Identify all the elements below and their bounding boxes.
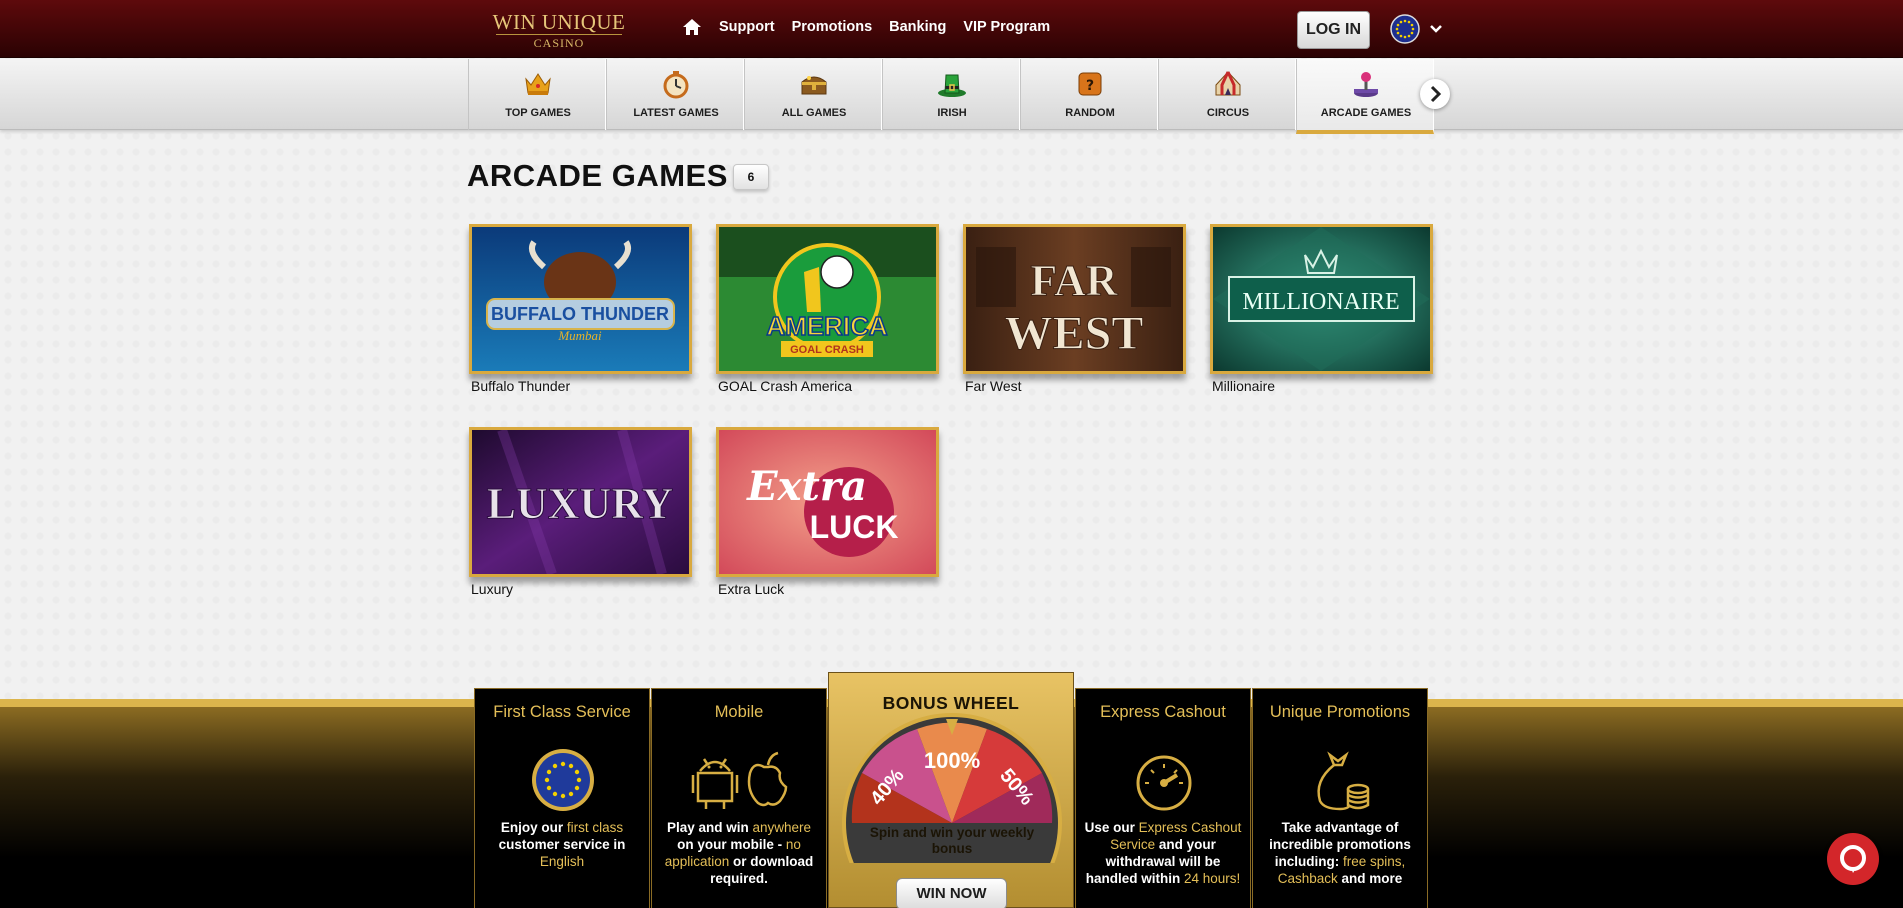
category-label: LATEST GAMES: [633, 107, 719, 119]
logo-divider: [496, 34, 622, 35]
crown-icon: [523, 69, 553, 99]
nav-promotions[interactable]: Promotions: [792, 19, 873, 35]
category-arcade-games[interactable]: ARCADE GAMES: [1296, 59, 1434, 134]
category-label: IRISH: [937, 107, 967, 119]
category-label: TOP GAMES: [505, 107, 571, 119]
feature-express-cashout: Express Cashout Use our Express Cashout …: [1075, 688, 1251, 908]
game-art-title: BUFFALO THUNDER: [491, 304, 669, 324]
category-top-games[interactable]: TOP GAMES: [468, 59, 606, 130]
feature-text: Enjoy our first class customer service i…: [498, 820, 626, 869]
feature-title: Express Cashout: [1100, 703, 1226, 721]
chat-bubble-icon: [1840, 845, 1866, 873]
feature-title: First Class Service: [493, 703, 631, 721]
game-thumbnail[interactable]: MILLIONAIRE: [1210, 224, 1433, 374]
feature-first-class-service: First Class Service Enjoy our first clas…: [474, 688, 650, 908]
category-label: CIRCUS: [1206, 107, 1250, 119]
category-latest-games[interactable]: LATEST GAMES: [606, 59, 744, 130]
win-now-button[interactable]: WIN NOW: [896, 878, 1007, 908]
circus-tent-icon: [1213, 69, 1243, 99]
category-circus[interactable]: CIRCUS: [1158, 59, 1296, 130]
game-thumbnail[interactable]: FAR WEST: [963, 224, 1186, 374]
wheel-segment-label: 100%: [924, 748, 980, 773]
game-name[interactable]: Luxury: [471, 581, 513, 597]
category-next-button[interactable]: [1420, 79, 1450, 109]
chevron-right-icon: [1430, 85, 1442, 103]
bonus-wheel-title: BONUS WHEEL: [882, 693, 1020, 713]
dice-icon: ?: [1075, 69, 1105, 99]
chevron-down-icon[interactable]: [1429, 22, 1443, 36]
category-irish[interactable]: IRISH: [882, 59, 1020, 130]
joystick-icon: [1351, 69, 1381, 99]
category-all-games[interactable]: ALL GAMES: [744, 59, 882, 130]
logo-text: WIN UNIQUE: [492, 10, 626, 34]
eu-flag-icon: [530, 747, 596, 813]
main-nav: Support Promotions Banking VIP Program: [682, 17, 1050, 37]
bonus-wheel-text: Spin and win your weekly bonus: [869, 825, 1035, 856]
game-thumbnail[interactable]: BUFFALO THUNDER Mumbai: [469, 224, 692, 374]
svg-text:?: ?: [1086, 78, 1094, 94]
feature-text: Use our Express Cashout Service and your…: [1084, 820, 1242, 886]
feature-text: Take advantage of incredible promotions …: [1269, 820, 1411, 886]
game-thumbnail[interactable]: Extra LUCK: [716, 427, 939, 577]
speedometer-icon: [1131, 747, 1197, 813]
category-label: RANDOM: [1065, 107, 1115, 119]
game-art-title: Extra: [746, 463, 867, 510]
leprechaun-hat-icon: [937, 69, 967, 99]
nav-banking[interactable]: Banking: [889, 19, 946, 35]
live-chat-button[interactable]: [1827, 833, 1879, 885]
game-art-title: AMERICA: [766, 311, 888, 341]
game-name[interactable]: Millionaire: [1212, 378, 1275, 394]
nav-vip-program[interactable]: VIP Program: [963, 19, 1050, 35]
category-random[interactable]: ? RANDOM: [1020, 59, 1158, 130]
feature-unique-promotions: Unique Promotions Take advantage of incr…: [1252, 688, 1428, 908]
category-label: ARCADE GAMES: [1320, 107, 1412, 119]
home-icon[interactable]: [682, 17, 702, 37]
top-header: WIN UNIQUE CASINO Support Promotions Ban…: [0, 0, 1903, 58]
feature-title: Mobile: [714, 703, 764, 721]
feature-mobile: Mobile Play and win anywhere on your mob…: [651, 688, 827, 908]
feature-text: Play and win anywhere on your mobile - n…: [664, 820, 814, 886]
game-art-subtitle: GOAL CRASH: [790, 344, 864, 356]
game-name[interactable]: Extra Luck: [718, 581, 784, 597]
game-art-title: FAR: [1030, 256, 1118, 305]
game-name[interactable]: Far West: [965, 378, 1022, 394]
svg-text:Mumbai: Mumbai: [557, 328, 602, 343]
game-thumbnail[interactable]: LUXURY: [469, 427, 692, 577]
game-art-title2: LUCK: [810, 509, 899, 545]
nav-support[interactable]: Support: [719, 19, 775, 35]
logo-subtext: CASINO: [533, 36, 585, 50]
login-button[interactable]: LOG IN: [1297, 11, 1370, 49]
game-thumbnail[interactable]: AMERICA GOAL CRASH: [716, 224, 939, 374]
treasure-chest-icon: [799, 69, 829, 99]
feature-title: Unique Promotions: [1269, 703, 1411, 721]
android-apple-icon: [690, 747, 790, 813]
category-bar: TOP GAMES LATEST GAMES ALL GAMES IRISH ?…: [0, 59, 1903, 134]
game-name[interactable]: Buffalo Thunder: [471, 378, 570, 394]
page-title: ARCADE GAMES: [467, 158, 728, 193]
game-art-title: LUXURY: [487, 479, 674, 528]
money-bag-icon: [1308, 747, 1374, 813]
stopwatch-icon: [661, 69, 691, 99]
game-art-title2: WEST: [1005, 307, 1144, 360]
game-name[interactable]: GOAL Crash America: [718, 378, 852, 394]
game-art-title: MILLIONAIRE: [1242, 289, 1399, 315]
casino-logo[interactable]: WIN UNIQUE CASINO: [488, 8, 630, 52]
game-count-badge: 6: [733, 164, 769, 190]
category-label: ALL GAMES: [781, 107, 847, 119]
eu-flag-icon[interactable]: [1390, 14, 1420, 44]
bonus-wheel-panel[interactable]: BONUS WHEEL 40% 100% 50% Spin and win yo…: [828, 672, 1074, 908]
